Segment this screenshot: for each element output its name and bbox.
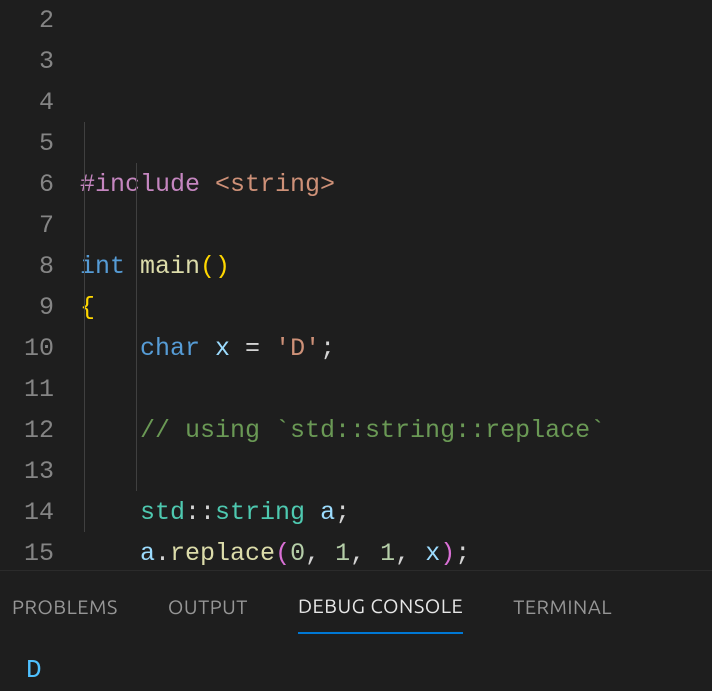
code-line[interactable] [80,369,712,410]
code-token: x [425,539,440,568]
code-token: ) [215,252,230,281]
indent-guide [84,122,85,532]
code-token: { [80,293,95,322]
tab-problems[interactable]: PROBLEMS [12,586,118,633]
line-number: 12 [0,410,54,451]
line-number: 4 [0,82,54,123]
code-line[interactable]: // using `std::string::replace` [80,410,712,451]
panel-tabs: PROBLEMS OUTPUT DEBUG CONSOLE TERMINAL [0,571,712,640]
line-number-gutter: 23456789101112131415 [0,0,80,570]
code-line[interactable]: a.replace(0, 1, 1, x); [80,533,712,570]
code-token: 0 [290,539,305,568]
code-line[interactable]: { [80,287,712,328]
code-token: ( [275,539,290,568]
code-token [80,539,140,568]
code-token: <string> [215,170,335,199]
code-token [80,334,140,363]
code-line[interactable]: #include <string> [80,164,712,205]
indent-guide [136,163,137,491]
line-number: 6 [0,164,54,205]
line-number: 5 [0,123,54,164]
code-token: ) [440,539,455,568]
code-line[interactable] [80,205,712,246]
code-token: . [155,539,170,568]
tab-terminal[interactable]: TERMINAL [513,586,612,633]
code-token: a [140,539,155,568]
code-token: x [215,334,230,363]
line-number: 15 [0,533,54,570]
code-token: , [395,539,425,568]
tab-output[interactable]: OUTPUT [168,586,248,633]
code-line[interactable] [80,451,712,492]
line-number: 14 [0,492,54,533]
line-number: 8 [0,246,54,287]
code-token: 1 [380,539,395,568]
code-token: replace [170,539,275,568]
code-area[interactable]: #include <string>int main(){ char x = 'D… [80,0,712,570]
code-token: , [350,539,380,568]
code-token: 1 [335,539,350,568]
code-line[interactable]: int main() [80,246,712,287]
code-token: ( [200,252,215,281]
code-token: int [80,252,140,281]
code-token [80,416,140,445]
code-token: main [140,252,200,281]
code-line[interactable]: char x = 'D'; [80,328,712,369]
line-number: 13 [0,451,54,492]
line-number: 2 [0,0,54,41]
code-token: string [215,498,305,527]
code-token [80,498,140,527]
code-token: ; [455,539,470,568]
line-number: 9 [0,287,54,328]
code-token: 'D' [275,334,320,363]
code-token: a [305,498,335,527]
code-token: char [140,334,215,363]
code-token: = [230,334,275,363]
code-editor[interactable]: 23456789101112131415 #include <string>in… [0,0,712,570]
line-number: 7 [0,205,54,246]
line-number: 10 [0,328,54,369]
debug-console-output[interactable]: D [0,640,712,691]
code-token: std [140,498,185,527]
line-number: 3 [0,41,54,82]
code-token: #include [80,170,215,199]
tab-debug-console[interactable]: DEBUG CONSOLE [298,585,463,634]
code-line[interactable]: std::string a; [80,492,712,533]
code-token: // using `std::string::replace` [140,416,605,445]
code-token: ; [335,498,350,527]
bottom-panel: PROBLEMS OUTPUT DEBUG CONSOLE TERMINAL D [0,570,712,683]
code-token: ; [320,334,335,363]
line-number: 11 [0,369,54,410]
code-token: , [305,539,335,568]
code-token: :: [185,498,215,527]
